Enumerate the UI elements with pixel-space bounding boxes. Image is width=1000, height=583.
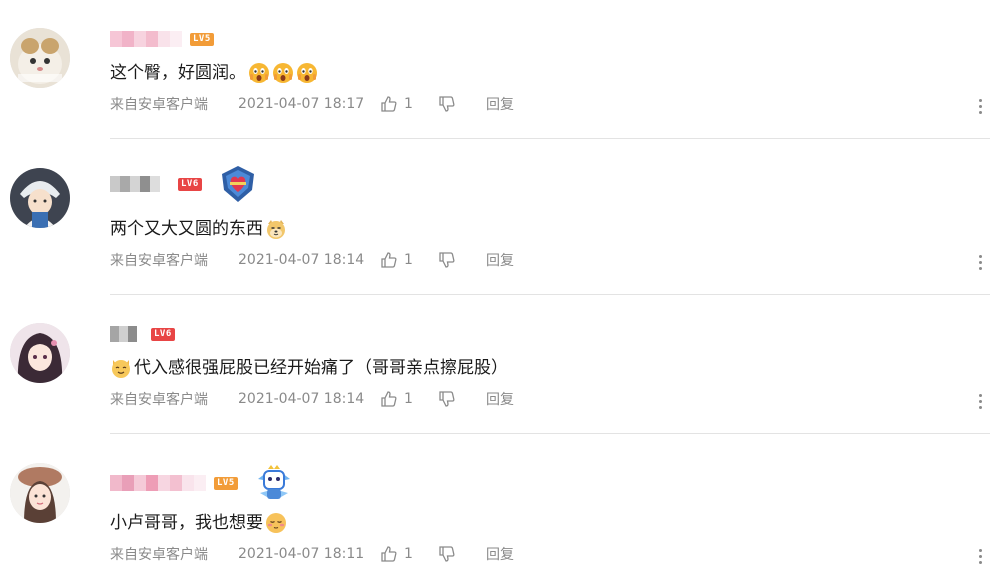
username-blurred[interactable] [110, 31, 182, 47]
like-button[interactable]: 1 [380, 251, 438, 269]
avatar[interactable] [10, 463, 70, 523]
comment-text: 两个又大又圆的东西 [110, 219, 263, 239]
like-count: 1 [404, 96, 413, 112]
comment-meta: 来自安卓客户端 2021-04-07 18:14 1 回复 [110, 249, 514, 271]
comment-text-row: 小卢哥哥，我也想要 [110, 511, 287, 535]
thumbs-up-icon [381, 391, 397, 407]
divider [110, 138, 990, 139]
thumbs-down-icon [439, 252, 455, 268]
more-vertical-icon[interactable] [972, 95, 988, 117]
level-badge: LV6 [178, 177, 202, 191]
thumbs-up-icon [381, 96, 397, 112]
username-blurred[interactable] [110, 326, 137, 342]
thumbs-down-icon [439, 546, 455, 562]
like-count: 1 [404, 391, 413, 407]
comment-meta: 来自安卓客户端 2021-04-07 18:11 1 回复 [110, 543, 514, 565]
thumbs-down-icon [439, 391, 455, 407]
reply-button[interactable]: 回复 [486, 389, 514, 409]
thumbs-up-icon [381, 546, 397, 562]
comment-time: 2021-04-07 18:11 [238, 546, 365, 562]
like-button[interactable]: 1 [380, 95, 438, 113]
doge-emoji-icon [265, 218, 287, 240]
divider [110, 433, 990, 434]
comment-time: 2021-04-07 18:17 [238, 96, 365, 112]
like-button[interactable]: 1 [380, 545, 438, 563]
divider [110, 294, 990, 295]
robot-crown-badge-icon [257, 465, 290, 499]
avatar[interactable] [10, 168, 70, 228]
comment-text-row: 两个又大又圆的东西 [110, 217, 287, 241]
thumbs-down-icon [439, 96, 455, 112]
fear-emoji-icon [296, 62, 318, 84]
dislike-button[interactable] [438, 251, 486, 269]
heart-shield-badge-icon [221, 166, 254, 202]
level-badge: LV5 [190, 32, 214, 46]
reply-button[interactable]: 回复 [486, 544, 514, 564]
reply-button[interactable]: 回复 [486, 94, 514, 114]
dislike-button[interactable] [438, 390, 486, 408]
dislike-button[interactable] [438, 545, 486, 563]
reply-button[interactable]: 回复 [486, 250, 514, 270]
fear-emoji-icon [248, 62, 270, 84]
comment-text: 这个臀，好圆润。 [110, 63, 246, 83]
level-badge: LV5 [214, 476, 238, 490]
comment-text-row: 这个臀，好圆润。 [110, 61, 318, 85]
thumbs-up-icon [381, 252, 397, 268]
more-vertical-icon[interactable] [972, 251, 988, 273]
comment-text: 代入感很强屁股已经开始痛了（哥哥亲点擦屁股） [134, 358, 508, 378]
user-info: LV5 [110, 465, 294, 499]
shy-emoji-icon [265, 512, 287, 534]
username-blurred[interactable] [110, 475, 206, 491]
more-vertical-icon[interactable] [972, 390, 988, 412]
comment-time: 2021-04-07 18:14 [238, 252, 365, 268]
user-info: LV5 [110, 27, 214, 51]
comment-text: 小卢哥哥，我也想要 [110, 513, 263, 533]
like-count: 1 [404, 252, 413, 268]
more-vertical-icon[interactable] [972, 545, 988, 567]
fear-emoji-icon [272, 62, 294, 84]
comment-source: 来自安卓客户端 [110, 547, 208, 563]
comment-source: 来自安卓客户端 [110, 97, 208, 113]
comment-meta: 来自安卓客户端 2021-04-07 18:17 1 回复 [110, 93, 514, 115]
comment-time: 2021-04-07 18:14 [238, 391, 365, 407]
user-info: LV6 [110, 322, 175, 346]
comment-source: 来自安卓客户端 [110, 253, 208, 269]
comment-text-row: 代入感很强屁股已经开始痛了（哥哥亲点擦屁股） [110, 356, 508, 380]
level-badge: LV6 [151, 327, 175, 341]
like-button[interactable]: 1 [380, 390, 438, 408]
cat-emoji-icon [110, 357, 132, 379]
user-info: LV6 [110, 166, 258, 202]
comment-meta: 来自安卓客户端 2021-04-07 18:14 1 回复 [110, 388, 514, 410]
avatar[interactable] [10, 323, 70, 383]
username-blurred[interactable] [110, 176, 160, 192]
comment-source: 来自安卓客户端 [110, 392, 208, 408]
like-count: 1 [404, 546, 413, 562]
avatar[interactable] [10, 28, 70, 88]
dislike-button[interactable] [438, 95, 486, 113]
